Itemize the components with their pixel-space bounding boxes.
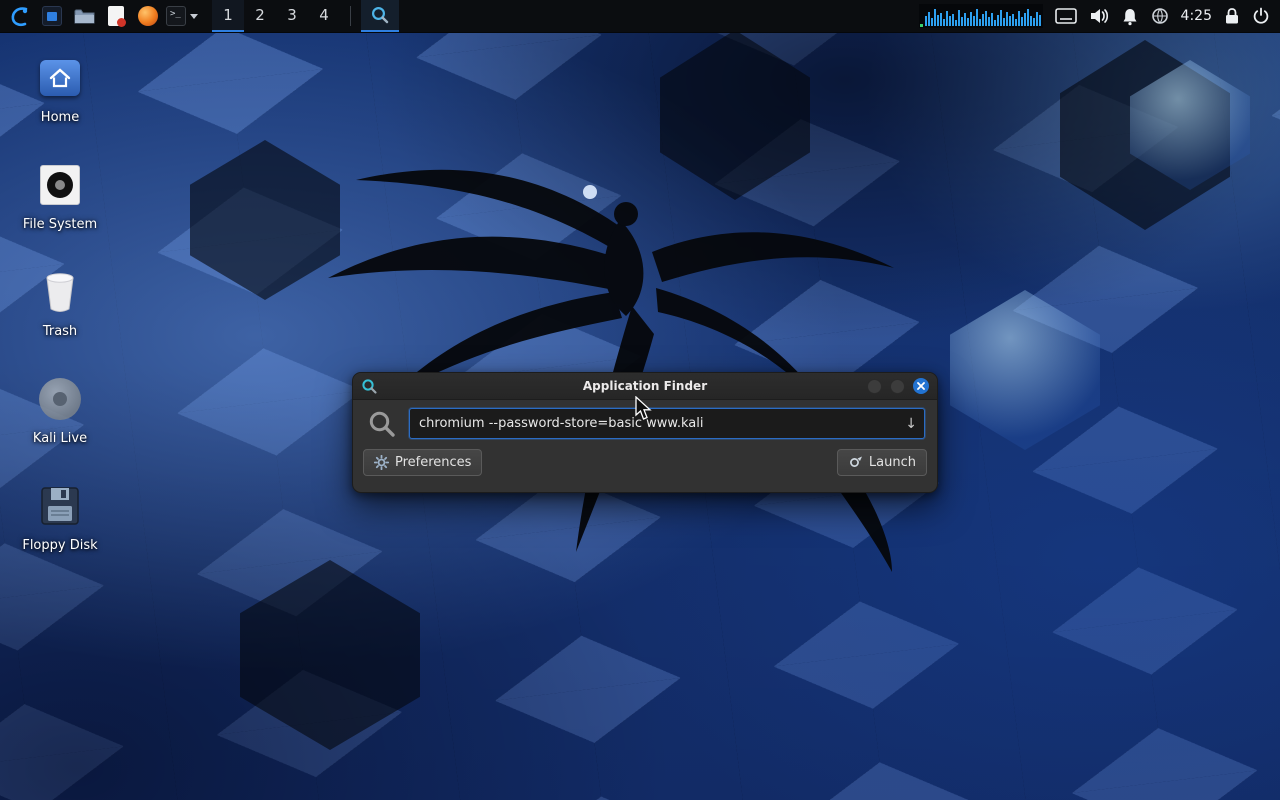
dragon-highlight-sphere (583, 185, 597, 199)
status-globe-icon[interactable] (1151, 7, 1169, 25)
cpu-graph[interactable] (919, 4, 1043, 28)
lock-icon[interactable] (1224, 7, 1240, 25)
file-system-icon (40, 165, 80, 205)
desktop-icon-label: Trash (43, 324, 77, 339)
workspace-switcher: 1 2 3 4 (212, 0, 340, 32)
file-manager-launcher[interactable] (70, 2, 98, 31)
workspace-4[interactable]: 4 (308, 0, 340, 32)
kali-live-icon (39, 378, 81, 420)
desktop-icon-trash[interactable]: Trash (10, 266, 110, 373)
floppy-disk-icon (39, 485, 81, 527)
desktop-icon-file-system[interactable]: File System (10, 159, 110, 266)
power-icon[interactable] (1252, 7, 1270, 25)
chevron-down-icon[interactable] (190, 14, 198, 19)
text-editor-launcher[interactable] (102, 2, 130, 31)
taskbar-application-finder[interactable] (361, 0, 399, 32)
firefox-launcher[interactable] (134, 2, 162, 31)
command-input[interactable] (409, 408, 925, 439)
window-title: Application Finder (431, 379, 859, 393)
keyboard-display-icon[interactable] (1055, 8, 1077, 24)
volume-icon[interactable] (1089, 7, 1109, 25)
workspace-3[interactable]: 3 (276, 0, 308, 32)
desktop-icon-label: Home (41, 110, 79, 125)
desktop-icon-label: Floppy Disk (22, 538, 97, 553)
panel-separator (350, 6, 351, 26)
top-panel: >_ 1 2 3 4 (0, 0, 1280, 33)
system-tray: 4:25 (919, 4, 1274, 28)
trash-icon (40, 269, 80, 315)
desktop-icon-home[interactable]: Home (10, 52, 110, 159)
terminal-launcher[interactable]: >_ (166, 2, 198, 31)
firefox-icon (138, 6, 158, 26)
kali-dragon-logo (270, 100, 950, 580)
desktop-icon-kali-live[interactable]: Kali Live (10, 373, 110, 480)
maximize-button[interactable] (890, 379, 905, 394)
home-icon (40, 60, 80, 96)
launch-label: Launch (869, 455, 916, 470)
launch-button[interactable]: Launch (837, 449, 927, 476)
notifications-bell-icon[interactable] (1121, 7, 1139, 26)
preferences-label: Preferences (395, 455, 471, 470)
gear-icon (374, 455, 389, 470)
preferences-button[interactable]: Preferences (363, 449, 482, 476)
folder-icon (74, 7, 95, 25)
workspace-2[interactable]: 2 (244, 0, 276, 32)
applications-menu-button[interactable] (6, 2, 34, 31)
mouse-cursor (634, 396, 656, 422)
search-icon-large (367, 409, 397, 439)
search-icon (370, 5, 390, 25)
terminal-icon: >_ (166, 6, 186, 26)
window-icon (42, 6, 62, 26)
window-launcher-button[interactable] (38, 2, 66, 31)
workspace-1[interactable]: 1 (212, 0, 244, 32)
minimize-button[interactable] (867, 379, 882, 394)
desktop-icon-floppy-disk[interactable]: Floppy Disk (10, 480, 110, 587)
launch-icon (848, 455, 863, 470)
window-search-icon (361, 378, 378, 395)
desktop-icon-list: Home File System Trash Kali Live (10, 52, 110, 587)
close-button[interactable] (913, 378, 929, 394)
application-finder-window: Application Finder ↓ (352, 372, 938, 493)
document-icon (108, 6, 124, 26)
kali-menu-icon (9, 5, 31, 27)
clock[interactable]: 4:25 (1181, 8, 1212, 24)
close-icon (917, 382, 925, 390)
desktop-icon-label: Kali Live (33, 431, 87, 446)
desktop-icon-label: File System (23, 217, 97, 232)
